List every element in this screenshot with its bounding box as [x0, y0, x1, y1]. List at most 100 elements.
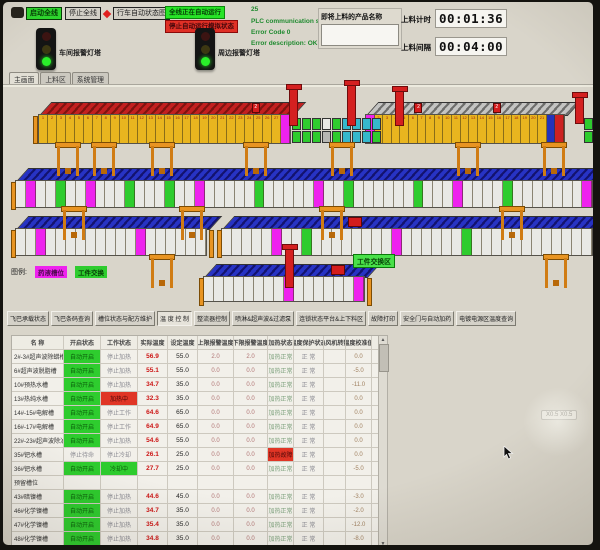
hoist-part	[76, 146, 79, 176]
tank-cell	[532, 229, 542, 255]
table-cell	[324, 420, 346, 433]
tank-cell	[16, 181, 26, 207]
nav-button-5[interactable]: 整流器控制	[194, 311, 230, 326]
start-all-button[interactable]: 启动全线	[26, 7, 62, 20]
tank-cell	[384, 181, 394, 207]
nav-button-1[interactable]: 飞巴承载状态	[7, 311, 49, 326]
table-cell: 16#-17#电解槽	[12, 420, 64, 433]
conveyor-line-4	[15, 228, 207, 256]
hoist-part	[82, 210, 85, 240]
tank-cell: 16	[174, 115, 183, 143]
table-cell: 停止加热	[101, 532, 138, 545]
table-cell: -11.0	[346, 378, 372, 391]
table-header-cell: 温度校准值	[346, 336, 372, 349]
tank-cell	[76, 229, 86, 255]
table-cell: 0.0	[234, 518, 268, 531]
tank-cell: 24	[245, 115, 254, 143]
hoist-part	[179, 206, 205, 212]
scroll-up-icon[interactable]: ▲	[379, 336, 387, 344]
conveyor-top	[366, 102, 581, 116]
legend: 图例: 药液槽位工件交换	[11, 266, 107, 278]
load-timer-label: 上料计时	[401, 14, 431, 25]
tank-cell	[344, 277, 354, 301]
frame-post	[33, 116, 38, 144]
table-cell: 0.0	[234, 392, 268, 405]
station-row	[584, 131, 593, 143]
tank-cell	[156, 229, 166, 255]
scroll-thumb[interactable]	[379, 344, 389, 372]
table-cell: 0.0	[234, 364, 268, 377]
tank-cell	[284, 181, 294, 207]
hoist-part	[112, 146, 115, 176]
tank-cell	[86, 181, 96, 207]
table-header-cell: 下限报警温度	[234, 336, 268, 349]
tank-cell: 15	[487, 115, 496, 143]
nav-button-4[interactable]: 温 度 控 制	[157, 311, 192, 326]
table-cell: 停止待命	[64, 448, 101, 461]
perimeter-alarm-tower-light	[195, 28, 215, 70]
tank-cell: 14	[478, 115, 487, 143]
table-row: 46#化学镍槽自动开启停止加热34.735.00.00.0加热正常正 常-2.0	[12, 504, 378, 518]
tank-cell: 4	[392, 115, 401, 143]
tank-cells	[15, 180, 593, 208]
tank-cells	[221, 228, 593, 256]
tank-cell	[195, 181, 205, 207]
crane-auto-status-button[interactable]: 行车自动状态图	[113, 7, 170, 20]
station-box	[584, 131, 593, 143]
station-box	[332, 118, 341, 130]
tank-cell	[582, 181, 592, 207]
next-product-input[interactable]	[321, 24, 399, 46]
nav-button-2[interactable]: 飞巴条码查询	[51, 311, 93, 326]
table-cell: 46#化学镍槽	[12, 504, 64, 517]
table-cell: 10#预热水槽	[12, 378, 64, 391]
table-cell: 正 常	[294, 420, 324, 433]
tank-cell: 13	[147, 115, 156, 143]
table-header-row: 名 称开启状态工作状态实际温度设定温度上限报警温度下限报警温度加热状态温度保护状…	[12, 336, 378, 350]
tank-cell	[433, 181, 443, 207]
scroll-down-icon[interactable]: ▼	[379, 540, 387, 545]
nav-button-9[interactable]: 安全门与自动加药	[400, 311, 454, 326]
hoist-part	[181, 210, 184, 240]
table-cell: 停止加热	[101, 490, 138, 503]
tank-cell	[512, 229, 522, 255]
nav-button-3[interactable]: 槽位状态与配方维护	[95, 311, 155, 326]
tank-cell	[264, 277, 274, 301]
hoist-part	[264, 146, 267, 176]
hoist-part	[245, 146, 248, 176]
tank-cell	[106, 229, 116, 255]
transfer-crane	[347, 82, 356, 126]
nav-button-10[interactable]: 电镀电源区温度查询	[456, 311, 516, 326]
hoist-part	[340, 210, 343, 240]
tank-cell	[404, 181, 414, 207]
stop-all-button[interactable]: 停止全线	[65, 7, 101, 20]
table-cell: 27.7	[138, 462, 168, 475]
flash-reflection	[518, 387, 593, 457]
tank-cell	[394, 181, 404, 207]
tank-cell	[422, 229, 432, 255]
scale-indicator: X0.5 X0.5	[541, 410, 577, 420]
tank-cell: 4	[66, 115, 75, 143]
table-cell	[324, 518, 346, 531]
nav-button-6[interactable]: 喷淋&超声波&过滤泵	[232, 311, 294, 326]
hoist-part	[253, 168, 259, 174]
hmi-screen: 启动全线 停止全线 行车自动状态图 全线正在自动运行 停止自动运行模拟状态 车间…	[3, 2, 593, 545]
tank-cell	[76, 181, 86, 207]
table-cell: 0.0	[346, 434, 372, 447]
nav-button-7[interactable]: 连锁状态平台&上下料区	[296, 311, 366, 326]
hoist-part	[243, 142, 269, 148]
frame-post	[367, 278, 372, 306]
table-row: 36#钯水槽自动开启冷却中27.725.00.00.0加热正常正 常-5.0	[12, 462, 378, 476]
table-scrollbar[interactable]: ▲ ▼	[378, 335, 388, 545]
table-cell: 0.0	[346, 350, 372, 363]
nav-button-8[interactable]: 故障打印	[368, 311, 398, 326]
table-cell: 正 常	[294, 448, 324, 461]
panel-divider	[3, 84, 593, 87]
conveyor-line-5	[221, 228, 593, 256]
table-cell: 加热故障	[268, 448, 294, 461]
tank-cell	[46, 181, 56, 207]
table-cell: 正 常	[294, 378, 324, 391]
tank-cell	[215, 181, 225, 207]
frame-post	[11, 182, 16, 210]
hoist-part	[151, 258, 154, 288]
function-nav-bar: 飞巴承载状态飞巴条码查询槽位状态与配方维护温 度 控 制整流器控制喷淋&超声波&…	[7, 311, 516, 326]
